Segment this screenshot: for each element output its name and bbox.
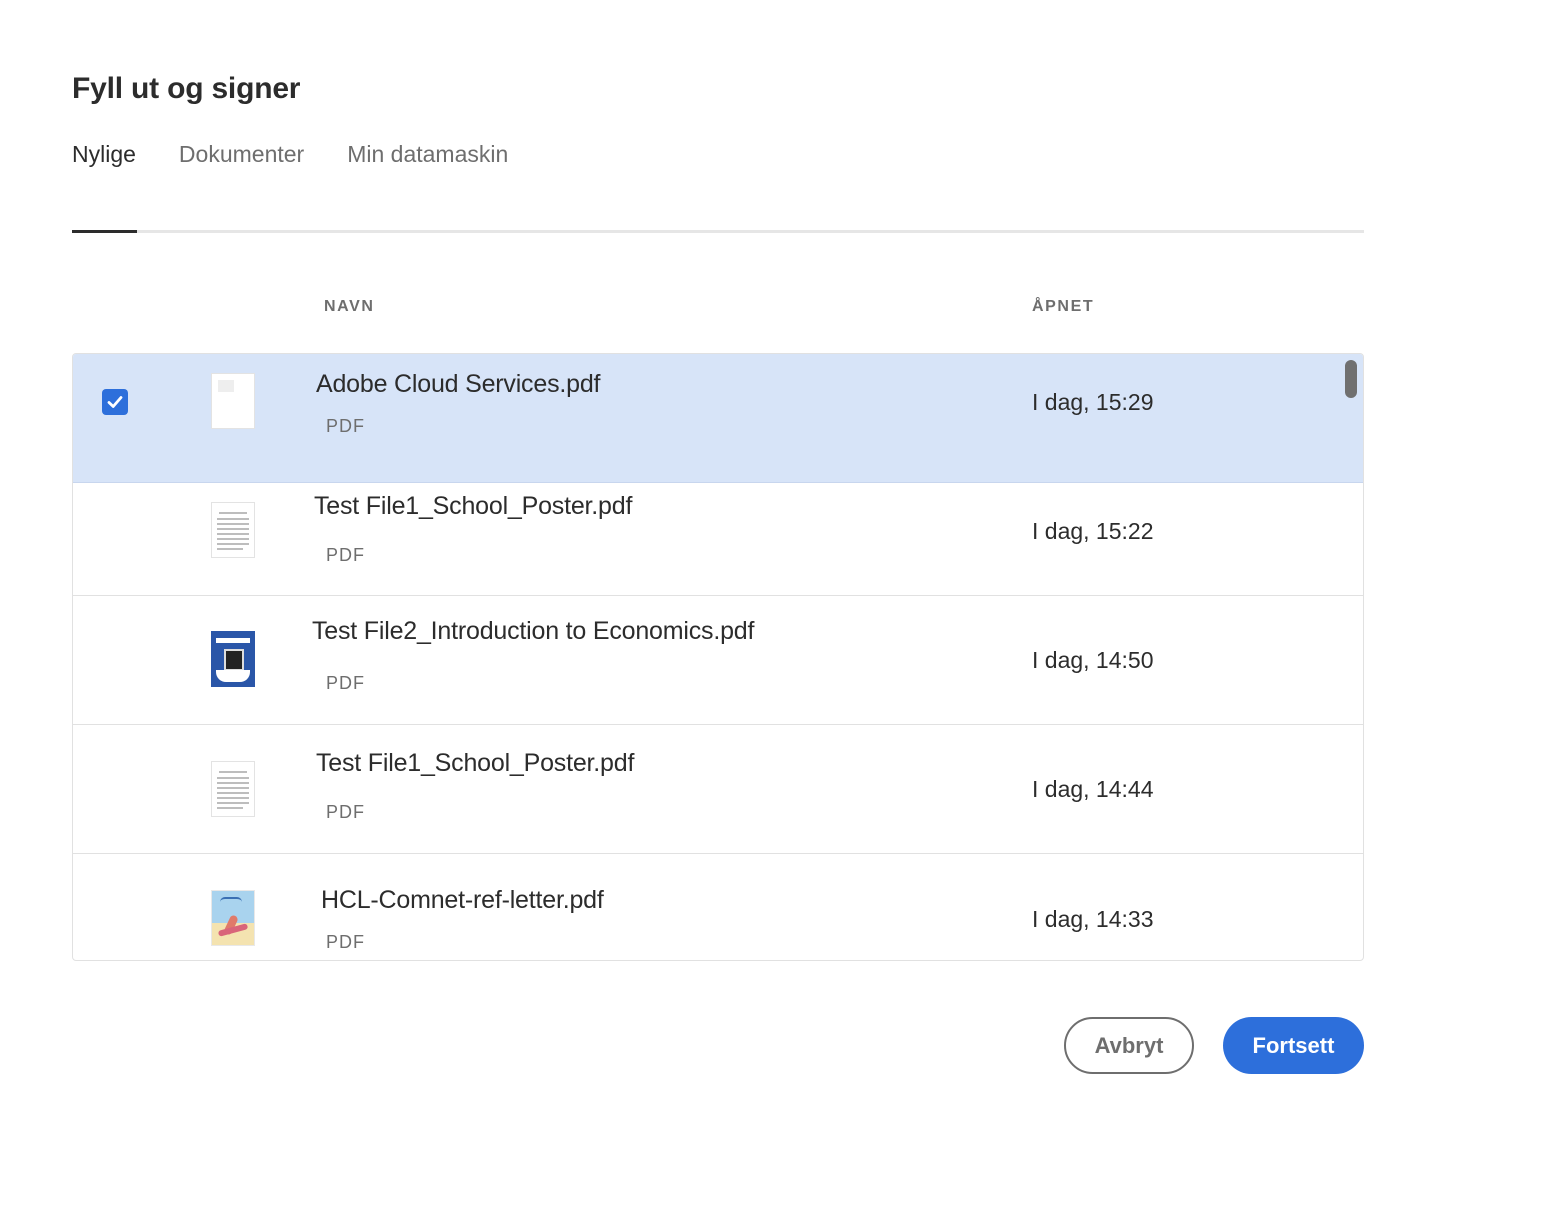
opened-date: I dag, 15:29	[1032, 389, 1154, 415]
file-row[interactable]: HCL-Comnet-ref-letter.pdf PDF I dag, 14:…	[73, 854, 1363, 960]
checkmark-icon	[107, 396, 123, 408]
tab-divider	[72, 230, 1364, 233]
file-type: PDF	[326, 545, 365, 565]
opened-date: I dag, 14:33	[1032, 906, 1154, 932]
tab-documents[interactable]: Dokumenter	[179, 138, 304, 170]
pdf-thumbnail-icon	[211, 761, 255, 817]
continue-button[interactable]: Fortsett	[1223, 1017, 1364, 1074]
pdf-thumbnail-icon	[211, 631, 255, 687]
file-type: PDF	[326, 802, 365, 822]
file-row[interactable]: Adobe Cloud Services.pdf PDF I dag, 15:2…	[73, 354, 1363, 483]
file-name: Test File2_Introduction to Economics.pdf	[312, 617, 755, 645]
file-name: Test File1_School_Poster.pdf	[316, 749, 635, 777]
file-type: PDF	[326, 673, 365, 693]
file-name: Adobe Cloud Services.pdf	[316, 370, 601, 398]
file-type: PDF	[326, 932, 365, 952]
file-list: Adobe Cloud Services.pdf PDF I dag, 15:2…	[72, 353, 1364, 961]
tab-recent[interactable]: Nylige	[72, 138, 136, 170]
opened-date: I dag, 14:50	[1032, 647, 1154, 673]
file-name: HCL-Comnet-ref-letter.pdf	[321, 886, 604, 914]
file-name: Test File1_School_Poster.pdf	[314, 492, 633, 520]
file-row[interactable]: Test File1_School_Poster.pdf PDF I dag, …	[73, 467, 1363, 596]
row-checkbox[interactable]	[102, 389, 128, 415]
tab-my-computer[interactable]: Min datamaskin	[347, 138, 508, 170]
column-header-name[interactable]: NAVN	[324, 298, 375, 316]
column-header-opened[interactable]: ÅPNET	[1032, 298, 1094, 316]
file-row[interactable]: Test File1_School_Poster.pdf PDF I dag, …	[73, 725, 1363, 854]
cancel-button[interactable]: Avbryt	[1064, 1017, 1194, 1074]
opened-date: I dag, 14:44	[1032, 776, 1154, 802]
file-row[interactable]: Test File2_Introduction to Economics.pdf…	[73, 596, 1363, 725]
tab-bar: Nylige Dokumenter Min datamaskin	[72, 138, 508, 170]
pdf-thumbnail-icon	[211, 502, 255, 558]
file-type: PDF	[326, 416, 365, 436]
scrollbar-thumb[interactable]	[1345, 360, 1357, 398]
pdf-thumbnail-icon	[211, 373, 255, 429]
active-tab-indicator	[72, 230, 137, 233]
dialog-title: Fyll ut og signer	[72, 72, 301, 105]
pdf-thumbnail-icon	[211, 890, 255, 946]
opened-date: I dag, 15:22	[1032, 518, 1154, 544]
